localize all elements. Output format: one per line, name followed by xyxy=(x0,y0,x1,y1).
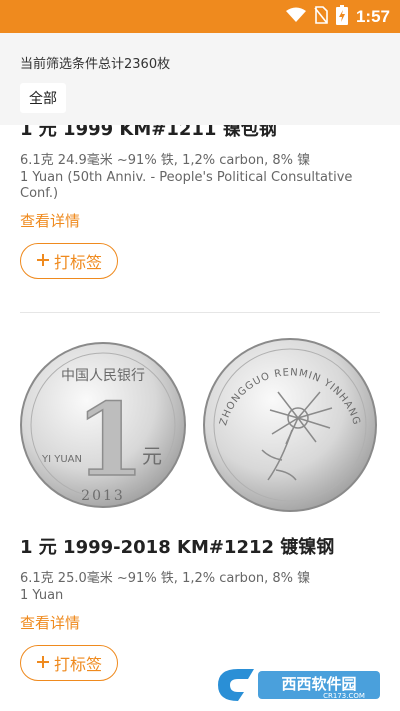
coin-obverse-image: 中国人民银行 1 元 YI YUAN 2013 xyxy=(20,342,186,508)
watermark-logo: 西西软件园 CR173.COM xyxy=(214,665,386,705)
coin-description: 1 Yuan xyxy=(20,588,64,603)
tag-button[interactable]: 打标签 xyxy=(20,645,118,681)
filter-chip-all[interactable]: 全部 xyxy=(20,83,66,113)
coin-list[interactable]: 1 元 1999 KM#1211 镍包钢 6.1克 24.9毫米 ~91% 铁,… xyxy=(0,125,400,711)
coin-obverse-side-text: YI YUAN xyxy=(41,454,82,465)
tag-button-label: 打标签 xyxy=(53,655,102,674)
coin-reverse-image: ZHONGGUO RENMIN YINHANG xyxy=(203,338,377,512)
tag-button-label: 打标签 xyxy=(53,253,102,272)
coin-obverse-unit: 元 xyxy=(142,444,162,468)
coin-card: 1 元 1999-2018 KM#1212 镀镍钢 6.1克 25.0毫米 ~9… xyxy=(20,533,380,681)
plus-icon xyxy=(36,654,50,673)
status-icons: 1:57 xyxy=(285,0,390,33)
tag-button[interactable]: 打标签 xyxy=(20,243,118,279)
filter-panel: 当前筛选条件总计2360枚 全部 xyxy=(0,33,400,125)
coin-obverse-denomination: 1 xyxy=(75,381,145,499)
watermark-subtext: CR173.COM xyxy=(323,692,365,700)
divider xyxy=(20,312,380,313)
no-sim-icon xyxy=(314,5,328,28)
plus-icon xyxy=(36,252,50,271)
wifi-icon xyxy=(285,7,306,27)
coin-obverse-year: 2013 xyxy=(81,488,125,504)
filter-summary: 当前筛选条件总计2360枚 xyxy=(20,57,171,72)
view-details-link[interactable]: 查看详情 xyxy=(20,612,380,633)
coin-description: 1 Yuan (50th Anniv. - People's Political… xyxy=(20,170,353,201)
coin-title: 1 元 1999-2018 KM#1212 镀镍钢 xyxy=(20,537,335,558)
coin-card: 1 元 1999 KM#1211 镍包钢 6.1克 24.9毫米 ~91% 铁,… xyxy=(20,125,380,279)
coin-spec: 6.1克 24.9毫米 ~91% 铁, 1,2% carbon, 8% 镍 xyxy=(20,153,311,168)
coin-spec: 6.1克 25.0毫米 ~91% 铁, 1,2% carbon, 8% 镍 xyxy=(20,571,311,586)
watermark-text: 西西软件园 xyxy=(281,675,356,693)
coin-images: 中国人民银行 1 元 YI YUAN 2013 ZHONGGUO RENMIN … xyxy=(20,330,380,520)
status-time: 1:57 xyxy=(355,6,390,26)
coin-title: 1 元 1999 KM#1211 镍包钢 xyxy=(20,125,277,140)
view-details-link[interactable]: 查看详情 xyxy=(20,210,380,231)
battery-charging-icon xyxy=(335,4,348,29)
status-bar: 1:57 xyxy=(0,0,400,33)
